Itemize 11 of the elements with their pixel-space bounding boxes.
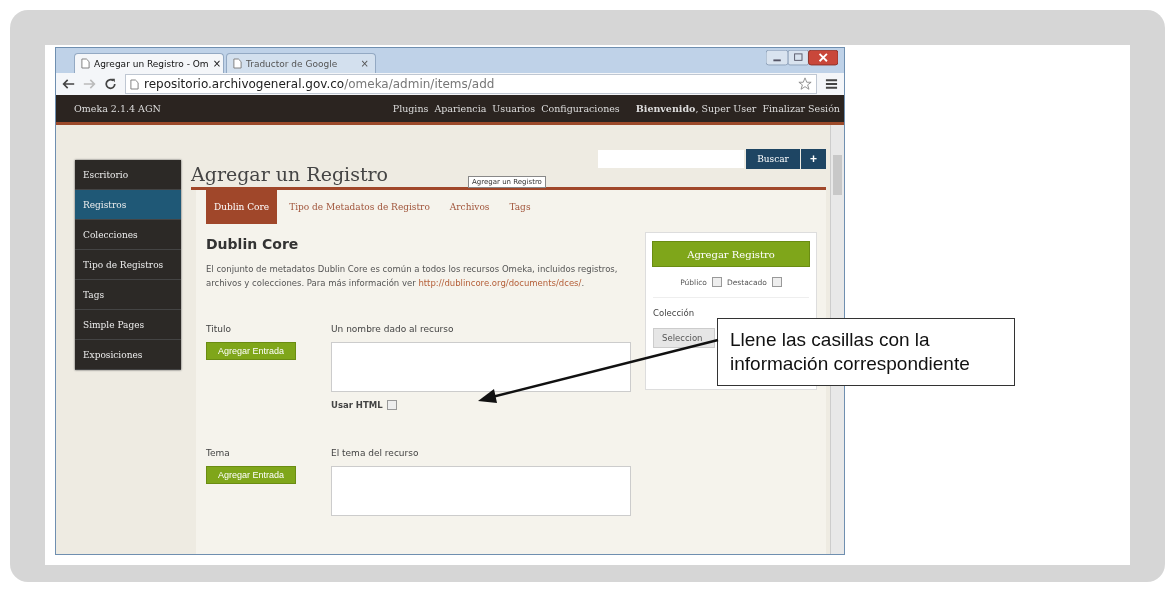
collection-label: Colección bbox=[653, 308, 695, 318]
checkbox-label: Usar HTML bbox=[331, 400, 383, 410]
welcome-text: Bienvenido, Super User bbox=[635, 103, 757, 114]
field-hint: Un nombre dado al recurso bbox=[331, 324, 455, 334]
field-hint: El tema del recurso bbox=[331, 448, 420, 458]
section-title: Dublin Core bbox=[206, 236, 300, 252]
description-text: El conjunto de metadatos Dublin Core es común a todos los recursos Omeka, incluidos registros, archivos y colecciones. Para más información ver http://dublincore.org/documents/dces/. bbox=[206, 263, 619, 290]
field-label: Tema bbox=[206, 448, 231, 458]
field-label: Titulo bbox=[206, 324, 232, 334]
page-title: Agregar un Registro bbox=[191, 163, 389, 185]
annotation-tooltip: Llene las casillas con la información correspondiente bbox=[717, 318, 1015, 386]
